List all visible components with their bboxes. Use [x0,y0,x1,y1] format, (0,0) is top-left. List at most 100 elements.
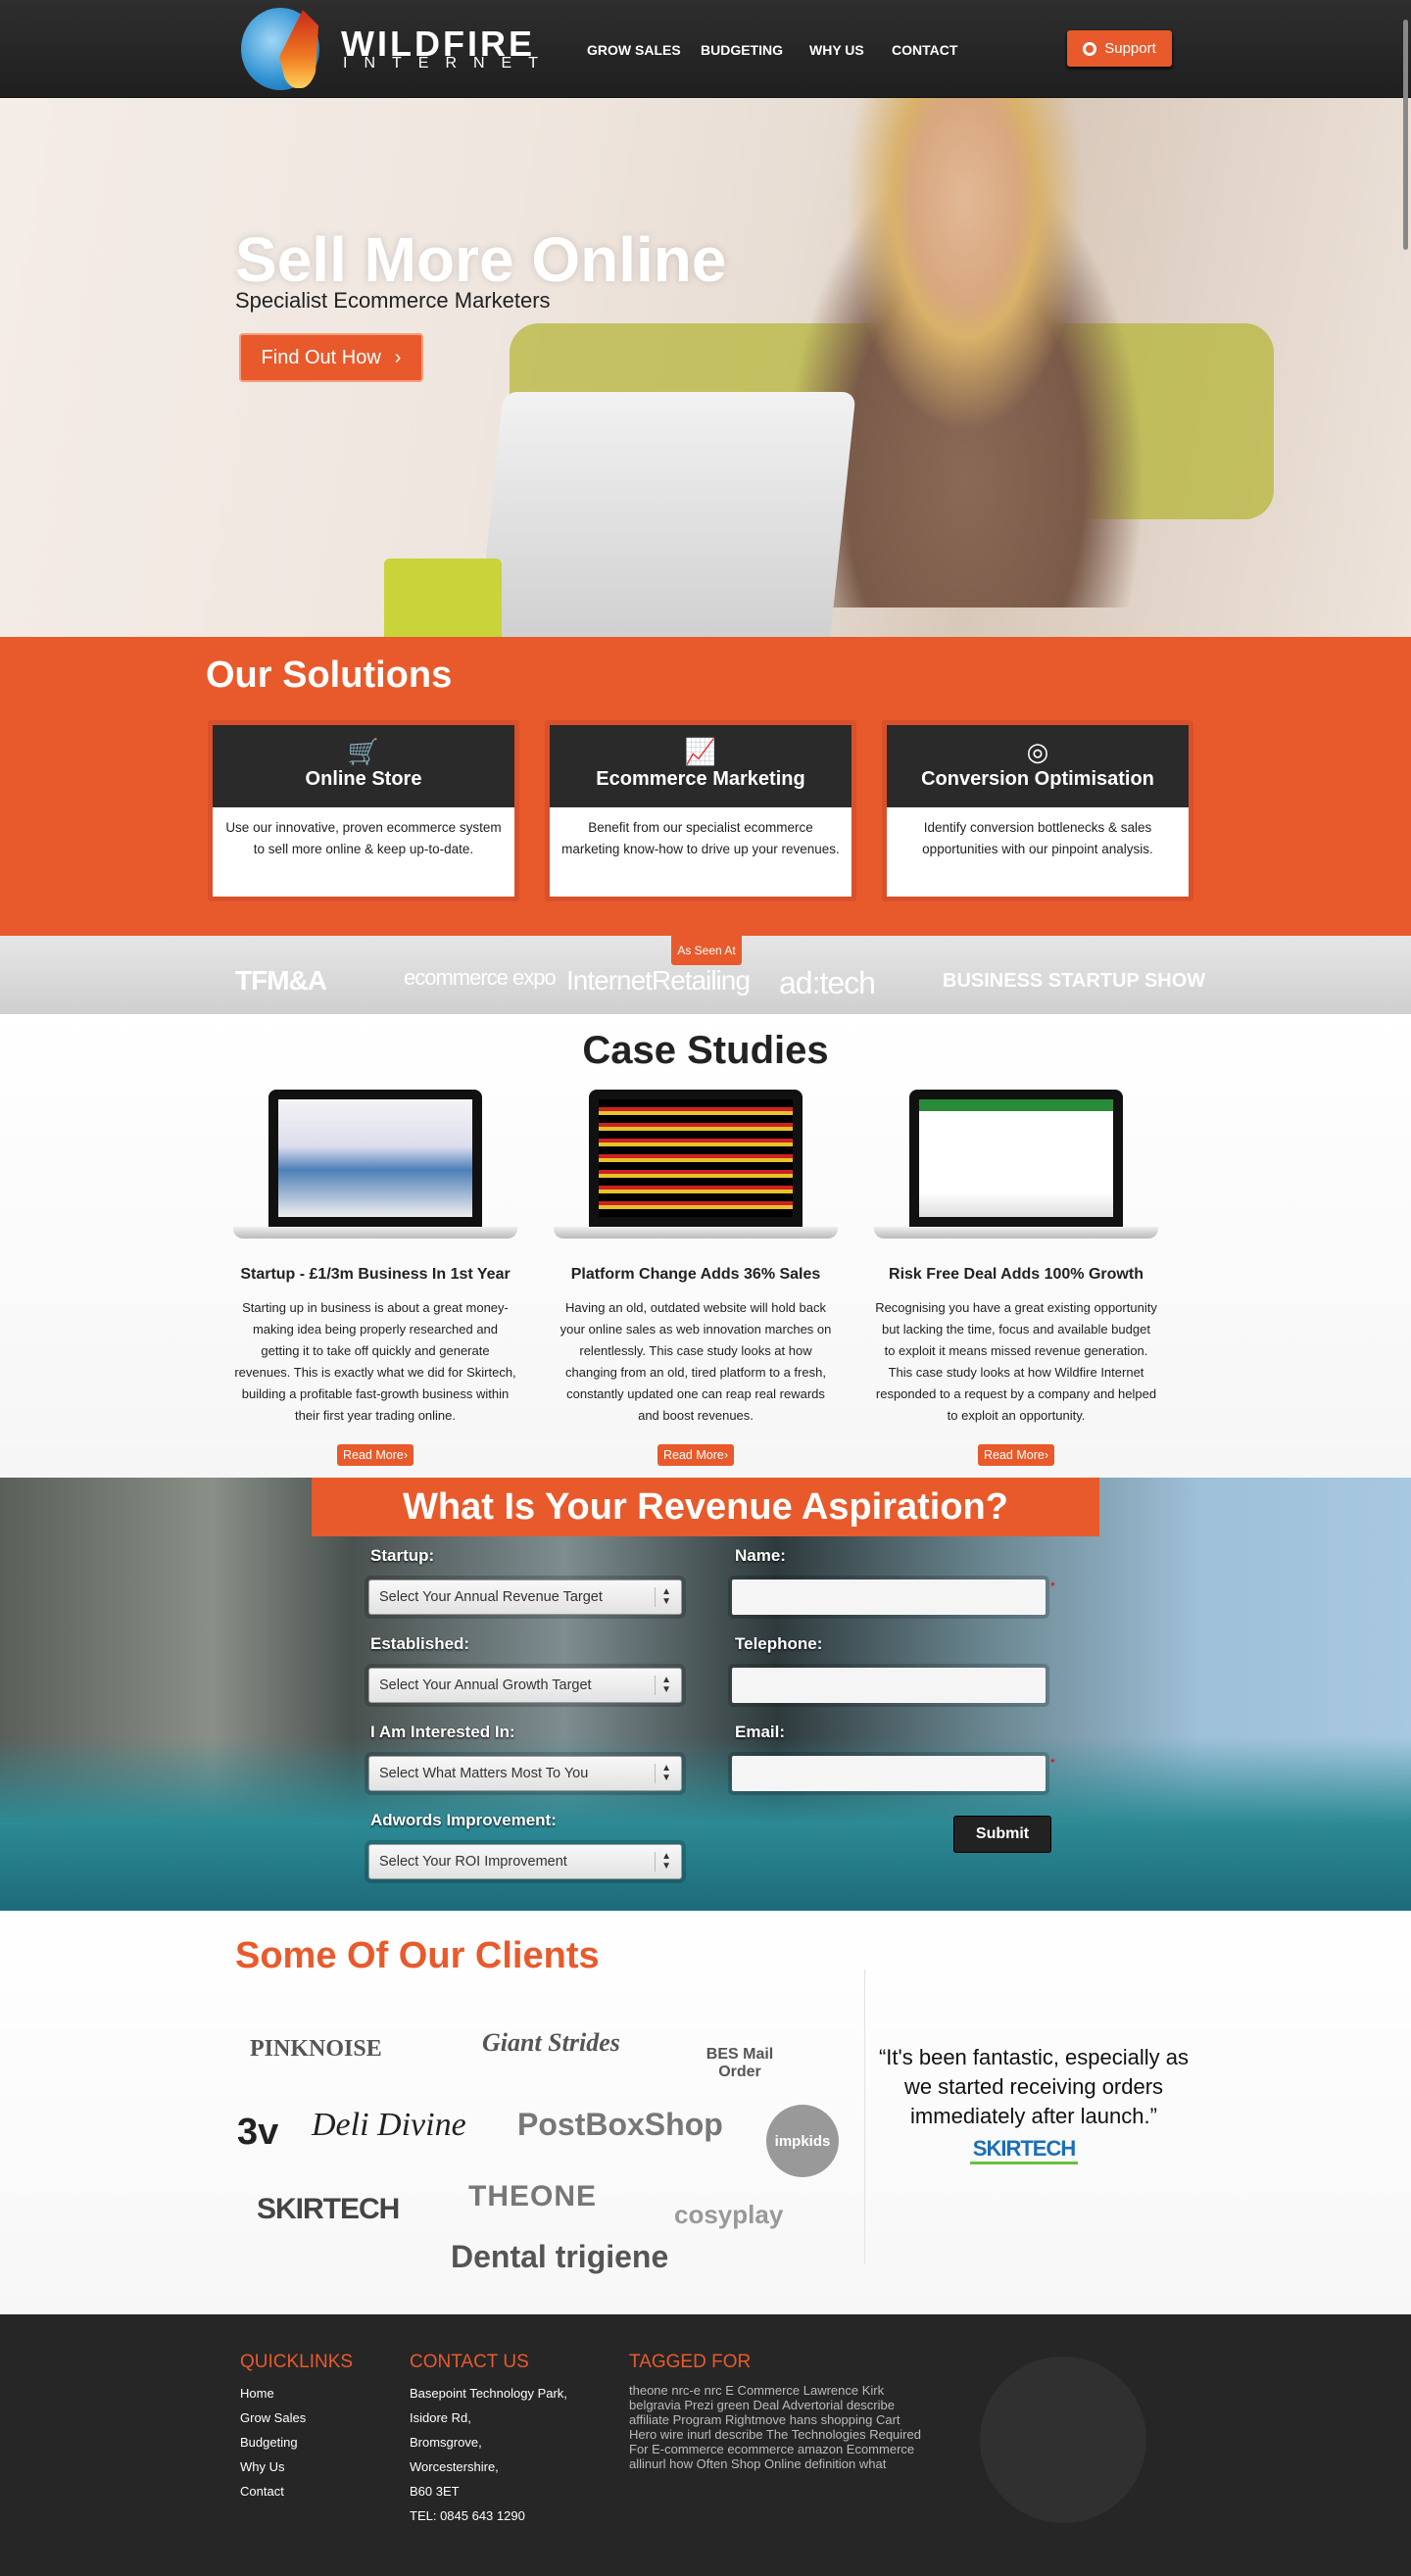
case-study-image[interactable] [589,1090,803,1227]
clients-divider [864,1969,865,2263]
select-value: Select Your Annual Revenue Target [379,1589,603,1605]
startup-select[interactable]: Select Your Annual Revenue Target ▲ ▼ [368,1580,682,1615]
footer-link-why-us[interactable]: Why Us [240,2454,306,2479]
solutions-title: Our Solutions [206,655,453,696]
hero-subtitle: Specialist Ecommerce Marketers [235,288,551,313]
target-icon: ◎ [1026,737,1049,766]
address-line: Worcestershire, [410,2459,499,2474]
established-label: Established: [370,1634,470,1653]
logo-business-startup-show: BUSINESS STARTUP SHOW [943,970,1206,992]
case-study-card: Startup - £1/3m Business In 1st Year Star… [228,1090,522,1466]
select-arrows-icon: ▲ ▼ [655,1764,671,1783]
logo-subtext[interactable]: INTERNET [343,55,555,73]
required-marker: * [1050,1580,1055,1593]
case-study-card: Platform Change Adds 36% Sales Having an … [549,1090,843,1466]
testimonial-logo-skirtech: SKIRTECH [970,2136,1078,2164]
chevron-right-icon: › [394,346,402,368]
case-study-title[interactable]: Platform Change Adds 36% Sales [549,1266,843,1284]
nav-why-us[interactable]: WHY US [809,42,864,58]
solution-card-conversion-optimisation[interactable]: ◎ Conversion Optimisation Identify convers… [882,720,1193,901]
footer-link-home[interactable]: Home [240,2381,306,2406]
solution-card-online-store[interactable]: 🛒 Online Store Use our innovative, proven … [208,720,519,901]
case-study-image[interactable] [909,1090,1123,1227]
select-value: Select What Matters Most To You [379,1766,589,1781]
client-logo-deli-divine: Deli Divine [312,2107,466,2143]
client-logo-impkids: impkids [766,2105,839,2177]
address-line: Basepoint Technology Park, [410,2386,567,2401]
telephone-input[interactable] [732,1668,1046,1703]
client-logo-trigiene: Dental trigiene [451,2239,669,2274]
case-studies-title: Case Studies [582,1029,829,1072]
scrollbar[interactable] [1401,0,1411,2576]
quicklinks-list: Home Grow Sales Budgeting Why Us Contact [240,2381,306,2503]
client-logo-pinknoise: PINKNOISE [250,2036,382,2062]
case-study-text: Starting up in business is about a great… [234,1300,516,1423]
case-study-title[interactable]: Risk Free Deal Adds 100% Growth [869,1266,1163,1284]
client-logo-3v: 3v [237,2112,279,2153]
required-marker: * [1050,1756,1055,1770]
client-logo-postboxshop: PostBoxShop [517,2107,723,2142]
card-title: Ecommerce Marketing [596,768,805,790]
card-text: Benefit from our specialist ecommerce ma… [561,820,840,856]
find-out-how-button[interactable]: Find Out How › [239,333,423,382]
card-title: Conversion Optimisation [921,768,1154,790]
logo-internet-retailing: InternetRetailing [566,965,751,996]
nav-budgeting[interactable]: BUDGETING [701,42,783,58]
client-logo-bes: BES Mail Order [706,2046,774,2080]
interested-in-label: I Am Interested In: [370,1723,515,1741]
footer-link-budgeting[interactable]: Budgeting [240,2430,306,2454]
email-label: Email: [735,1723,786,1741]
testimonial-quote: “It's been fantastic, especially as we s… [878,2045,1190,2128]
adwords-select[interactable]: Select Your ROI Improvement ▲ ▼ [368,1844,682,1879]
tag-cloud[interactable]: theone nrc-e nrc E Commerce Lawrence Kir… [629,2383,923,2471]
nav-contact[interactable]: CONTACT [892,42,957,58]
select-arrows-icon: ▲ ▼ [655,1587,671,1607]
email-input[interactable] [732,1756,1046,1791]
cta-label: Find Out How [261,346,381,368]
select-arrows-icon: ▲ ▼ [655,1852,671,1871]
card-text: Identify conversion bottlenecks & sales … [922,820,1153,856]
read-more-button[interactable]: Read More› [657,1444,734,1466]
case-study-image[interactable] [268,1090,482,1227]
logo-ecommerce-expo: ecommerce expo [404,965,557,990]
case-study-card: Risk Free Deal Adds 100% Growth Recognisi… [869,1090,1163,1466]
tagged-title: TAGGED FOR [629,2352,752,2372]
card-text: Use our innovative, proven ecommerce sys… [225,820,502,856]
contact-title: CONTACT US [410,2352,529,2372]
telephone-label: Telephone: [735,1634,823,1653]
form-title: What Is Your Revenue Aspiration? [312,1478,1099,1536]
established-select[interactable]: Select Your Annual Growth Target ▲ ▼ [368,1668,682,1703]
interested-in-select[interactable]: Select What Matters Most To You ▲ ▼ [368,1756,682,1791]
telephone: TEL: 0845 643 1290 [410,2508,525,2523]
select-arrows-icon: ▲ ▼ [655,1676,671,1695]
case-study-text: Having an old, outdated website will hol… [560,1300,832,1423]
footer-link-grow-sales[interactable]: Grow Sales [240,2406,306,2430]
card-title: Online Store [305,768,422,790]
submit-button[interactable]: Submit [953,1816,1051,1853]
hero-title: Sell More Online [235,224,727,295]
clients-title: Some Of Our Clients [235,1935,600,1976]
name-input[interactable] [732,1580,1046,1615]
case-study-title[interactable]: Startup - £1/3m Business In 1st Year [228,1266,522,1284]
client-logo-cosyplay: cosyplay [674,2200,784,2229]
support-label: Support [1104,40,1156,57]
nav-grow-sales[interactable]: GROW SALES [587,42,681,58]
hero-image-mug [384,559,502,637]
scrollbar-thumb[interactable] [1403,20,1408,250]
address-line: Bromsgrove, [410,2435,482,2450]
logo-adtech: ad:tech [779,965,876,1000]
case-study-text: Recognising you have a great existing op… [875,1300,1157,1423]
solution-card-ecommerce-marketing[interactable]: 📈 Ecommerce Marketing Benefit from our spe… [545,720,856,901]
revenue-form-section [0,1478,1411,1911]
select-value: Select Your ROI Improvement [379,1854,567,1870]
read-more-button[interactable]: Read More› [978,1444,1054,1466]
quicklinks-title: QUICKLINKS [240,2352,354,2372]
read-more-button[interactable]: Read More› [337,1444,414,1466]
support-button[interactable]: Support [1067,30,1172,67]
address-line: Isidore Rd, [410,2410,471,2425]
client-logo-theone: THEONE [468,2180,598,2212]
address-line: B60 3ET [410,2484,460,2499]
logo-tfma: TFM&A [235,965,327,996]
footer-link-contact[interactable]: Contact [240,2479,306,2503]
adwords-label: Adwords Improvement: [370,1811,557,1829]
